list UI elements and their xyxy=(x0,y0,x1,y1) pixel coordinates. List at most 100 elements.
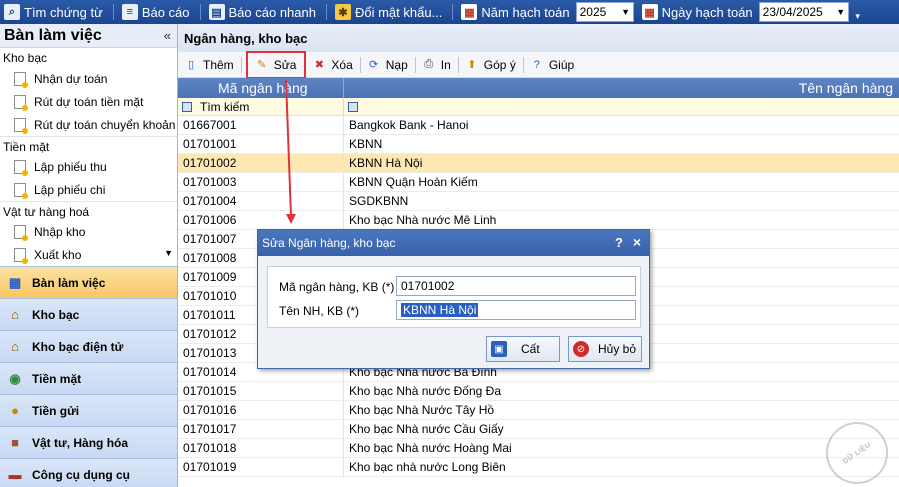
task-payment[interactable]: Lập phiếu chi xyxy=(0,178,177,201)
fiscal-year-label: Năm hạch toán xyxy=(481,4,570,20)
toolbar-divider xyxy=(457,56,459,73)
column-header-name[interactable]: Tên ngân hàng xyxy=(344,80,899,96)
cell-name: KBNN xyxy=(349,137,383,151)
nav-tools[interactable]: ▬ Công cụ dụng cụ xyxy=(0,458,177,487)
collapse-icon[interactable]: « xyxy=(164,28,171,43)
cell-code: 01701002 xyxy=(178,154,344,172)
nav-cash[interactable]: ◉ Tiền mặt xyxy=(0,362,177,394)
help-button[interactable]: ? Giúp xyxy=(526,54,579,76)
cell-code: 01701015 xyxy=(178,382,344,400)
goods-icon: ■ xyxy=(11,435,19,450)
posting-date-label: Ngày hạch toán xyxy=(661,4,753,20)
table-row[interactable]: 01701015 Kho bạc Nhà nước Đống Đa xyxy=(178,382,899,401)
reload-label: Nạp xyxy=(385,57,408,72)
cell-name: SGDKBNN xyxy=(349,194,409,208)
nav-e-treasury[interactable]: ⌂ Kho bạc điện tử xyxy=(0,330,177,362)
task-receive-estimate[interactable]: Nhận dự toán xyxy=(0,67,177,90)
filter-name[interactable] xyxy=(344,98,899,115)
printer-icon: ⎙ xyxy=(424,58,434,70)
left-panel: Bàn làm việc « Kho bạc Nhận dự toán Rút … xyxy=(0,24,178,487)
task-label: Xuất kho xyxy=(34,247,82,262)
fiscal-year-select[interactable]: 2025 ▼ xyxy=(575,2,634,22)
nav-deposit[interactable]: ● Tiền gửi xyxy=(0,394,177,426)
task-receipt[interactable]: Lập phiếu thu xyxy=(0,155,177,178)
nav-desk[interactable]: ▦ Bàn làm việc xyxy=(0,266,177,298)
e-treasury-icon: ⌂ xyxy=(11,339,19,354)
cell-name: Kho bạc Nhà nước Mê Linh xyxy=(349,213,497,227)
reload-button[interactable]: ⟳ Nạp xyxy=(363,54,413,76)
task-withdraw-cash[interactable]: Rút dự toán tiền mặt xyxy=(0,90,177,113)
table-row[interactable]: 01667001 Bangkok Bank - Hanoi xyxy=(178,116,899,135)
add-label: Thêm xyxy=(203,57,234,72)
change-password-label: Đổi mật khẩu... xyxy=(354,4,443,20)
cell-code: 01701017 xyxy=(178,420,344,438)
add-button[interactable]: ▯ Thêm xyxy=(180,54,239,76)
posting-date-picker[interactable]: 23/04/2025 ▼ xyxy=(758,2,849,22)
cell-code: 01701019 xyxy=(178,458,344,476)
toolbar-divider xyxy=(325,4,327,20)
group-title-cash: Tiền mặt xyxy=(0,136,177,155)
edit-button[interactable]: ✎ Sửa xyxy=(245,50,307,79)
task-label: Lập phiếu chi xyxy=(34,182,106,197)
find-voucher-button[interactable]: ⌕ Tìm chứng từ xyxy=(0,1,109,23)
print-button[interactable]: ⎙ In xyxy=(418,54,456,76)
task-stock-in[interactable]: Nhập kho xyxy=(0,220,177,243)
task-stock-out[interactable]: Xuất kho xyxy=(0,243,177,266)
feedback-button[interactable]: ⬆ Góp ý xyxy=(461,54,521,76)
table-row[interactable]: 01701002 KBNN Hà Nội xyxy=(178,154,899,173)
table-row[interactable]: 01701017 Kho bạc Nhà nước Cầu Giấy xyxy=(178,420,899,439)
help-icon[interactable]: ? xyxy=(615,235,623,250)
filter-placeholder: Tìm kiếm xyxy=(200,99,250,114)
cancel-icon: ⊘ xyxy=(573,341,589,357)
nav-goods[interactable]: ■ Vật tư, Hàng hóa xyxy=(0,426,177,458)
task-label: Nhận dự toán xyxy=(34,71,108,86)
task-label: Rút dự toán tiền mặt xyxy=(34,94,144,109)
cell-code: 01667001 xyxy=(178,116,344,134)
left-panel-header: Bàn làm việc « xyxy=(0,24,177,48)
document-icon xyxy=(14,117,28,134)
treasury-icon: ⌂ xyxy=(11,307,19,322)
report-icon: ≡ xyxy=(121,4,138,20)
report-button[interactable]: ≡ Báo cáo xyxy=(118,1,196,23)
filter-icon xyxy=(182,101,192,112)
posting-date-value: 23/04/2025 xyxy=(762,5,823,19)
nav-treasury[interactable]: ⌂ Kho bạc xyxy=(0,298,177,330)
feedback-label: Góp ý xyxy=(483,57,516,72)
desk-icon: ▦ xyxy=(8,274,22,290)
group-title-goods: Vật tư hàng hoá xyxy=(0,201,177,220)
table-row[interactable]: 01701018 Kho bạc Nhà nước Hoàng Mai xyxy=(178,439,899,458)
name-label: Tên NH, KB (*) xyxy=(279,304,360,318)
table-row[interactable]: 01701006 Kho bạc Nhà nước Mê Linh xyxy=(178,211,899,230)
cell-name: Kho bạc Nhà nước Đống Đa xyxy=(349,384,501,398)
cell-code: 01701016 xyxy=(178,401,344,419)
document-icon xyxy=(14,71,28,88)
save-button[interactable]: ▣ Cất xyxy=(486,336,560,362)
scroll-down-icon[interactable]: ▼ xyxy=(164,248,173,258)
add-icon: ▯ xyxy=(187,59,195,71)
table-row[interactable]: 01701004 SGDKBNN xyxy=(178,192,899,211)
close-icon[interactable]: × xyxy=(633,234,641,250)
cancel-button[interactable]: ⊘ Hủy bỏ xyxy=(568,336,642,362)
table-row[interactable]: 01701003 KBNN Quận Hoàn Kiếm xyxy=(178,173,899,192)
filter-code[interactable]: Tìm kiếm xyxy=(178,98,344,115)
change-password-button[interactable]: ✱ Đổi mật khẩu... xyxy=(331,1,448,23)
task-withdraw-transfer[interactable]: Rút dự toán chuyển khoản xyxy=(0,113,177,136)
table-row[interactable]: 01701016 Kho bạc Nhà Nước Tây Hồ xyxy=(178,401,899,420)
table-row[interactable]: 01701001 KBNN xyxy=(178,135,899,154)
edit-bank-dialog: Sửa Ngân hàng, kho bạc ? × Mã ngân hàng,… xyxy=(257,229,650,369)
toolbar-overflow-icon[interactable]: ▾ xyxy=(851,2,865,22)
delete-button[interactable]: ✖ Xóa xyxy=(308,54,357,76)
cell-name: KBNN Quận Hoàn Kiếm xyxy=(349,175,478,189)
nav-label: Công cụ dụng cụ xyxy=(32,467,130,482)
bank-code-field[interactable]: 01701002 xyxy=(396,276,636,296)
table-row[interactable]: 01701019 Kho bạc nhà nước Long Biên xyxy=(178,458,899,477)
refresh-icon: ⟳ xyxy=(369,59,379,71)
find-voucher-label: Tìm chứng từ xyxy=(24,4,103,20)
bank-name-field[interactable]: KBNN Hà Nội xyxy=(396,300,636,320)
quick-report-button[interactable]: ▤ Báo cáo nhanh xyxy=(205,1,322,23)
deposit-icon: ● xyxy=(11,403,19,418)
delete-label: Xóa xyxy=(331,57,353,72)
posting-date-label-wrap: ▦ Ngày hạch toán xyxy=(638,1,759,23)
column-header-code[interactable]: Mã ngân hàng xyxy=(178,78,344,98)
delete-icon: ✖ xyxy=(314,59,325,71)
